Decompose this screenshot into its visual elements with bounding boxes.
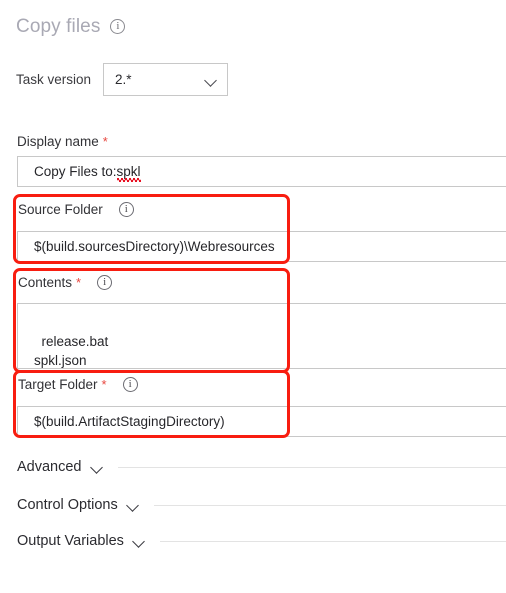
contents-label-text: Contents (18, 275, 73, 290)
chevron-down-icon (205, 74, 217, 86)
section-advanced-label: Advanced (17, 459, 82, 475)
display-name-input[interactable]: Copy Files to: spkl (17, 156, 506, 187)
task-version-value: 2.* (115, 72, 132, 87)
task-version-row: Task version 2.* (16, 63, 229, 96)
display-name-value-prefix: Copy Files to: (34, 164, 117, 179)
info-icon[interactable] (122, 377, 138, 392)
info-icon[interactable] (97, 275, 113, 290)
info-icon[interactable] (110, 19, 126, 34)
contents-textarea[interactable]: release.bat spkl.json (17, 303, 506, 369)
info-icon[interactable] (118, 202, 134, 217)
chevron-down-icon (133, 535, 146, 548)
target-folder-value: $(build.ArtifactStagingDirectory) (34, 414, 225, 429)
task-version-select[interactable]: 2.* (103, 63, 229, 96)
divider (153, 504, 506, 506)
section-control-options[interactable]: Control Options (17, 494, 506, 516)
section-control-options-label: Control Options (17, 497, 118, 513)
required-marker: * (102, 134, 108, 149)
page-title: Copy files (16, 16, 101, 37)
required-marker: * (101, 377, 107, 392)
section-output-variables-label: Output Variables (17, 533, 124, 549)
target-folder-label-text: Target Folder (18, 377, 98, 392)
source-folder-input[interactable]: $(build.sourcesDirectory)\Webresources (17, 231, 506, 262)
display-name-label-text: Display name (17, 134, 99, 149)
section-advanced[interactable]: Advanced (17, 456, 506, 478)
display-name-label: Display name * (17, 134, 108, 149)
source-folder-value: $(build.sourcesDirectory)\Webresources (34, 239, 275, 254)
target-folder-label: Target Folder * (18, 377, 138, 392)
source-folder-label-text: Source Folder (18, 202, 103, 217)
divider (117, 466, 506, 468)
contents-value: release.bat spkl.json (34, 334, 109, 368)
chevron-down-icon (91, 461, 104, 474)
divider (159, 540, 506, 542)
display-name-value-misspelled: spkl (116, 164, 141, 182)
task-version-label: Task version (16, 72, 92, 87)
chevron-down-icon (127, 499, 140, 512)
section-output-variables[interactable]: Output Variables (17, 530, 506, 552)
source-folder-label: Source Folder (18, 202, 134, 217)
contents-label: Contents * (18, 275, 113, 290)
page-header: Copy files (16, 16, 126, 37)
required-marker: * (76, 275, 82, 290)
target-folder-input[interactable]: $(build.ArtifactStagingDirectory) (17, 406, 506, 437)
